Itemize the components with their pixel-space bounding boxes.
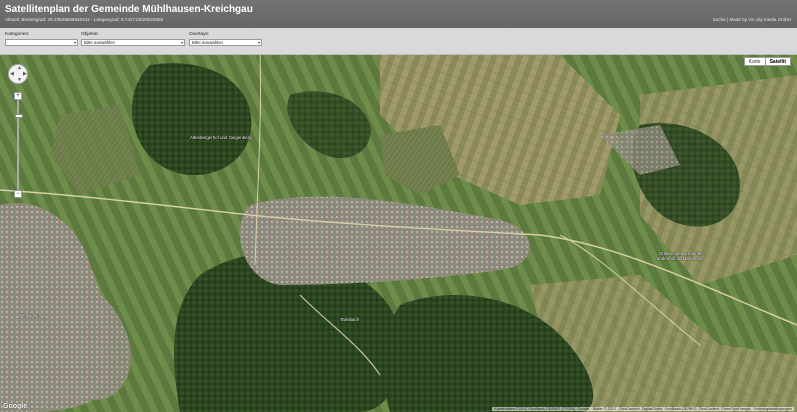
zoom-slider-handle[interactable] [15,114,23,118]
pan-down-icon[interactable]: ▼ [17,78,22,83]
map-type-map-button[interactable]: Karte [743,57,766,66]
map-place-label: Altenbergerhof und Geigenberg [190,135,252,140]
object-filter: Objekte: Bitte auswählen ▾ [81,32,185,46]
satellite-map[interactable]: Altenbergerhof und Geigenberg Tairnbach … [0,55,797,412]
dropdown-arrow-icon: ▾ [257,40,260,45]
zoom-out-button[interactable]: − [14,190,22,198]
filter-bar: Kategorien: ▾ Objekte: Bitte auswählen ▾ … [0,28,797,55]
object-label: Objekte: [81,32,99,37]
overlay-value: Bitte auswählen [192,40,223,45]
object-value: Bitte auswählen [84,40,115,45]
category-select[interactable]: ▾ [5,39,78,46]
zoom-in-button[interactable]: + [14,92,22,100]
pan-up-icon[interactable]: ▲ [17,66,22,71]
pan-right-icon[interactable]: ▶ [23,72,27,77]
header-links: Suche | Made by vm city media GmbH [713,17,791,22]
map-type-switcher: Karte Satellit [743,57,791,66]
dropdown-arrow-icon: ▾ [73,40,76,45]
category-label: Kategorien: [5,32,30,37]
map-place-label: Tairnbach [340,317,360,322]
satellite-imagery [0,55,797,412]
category-filter: Kategorien: ▾ [5,32,78,46]
pan-left-icon[interactable]: ◀ [10,72,14,77]
zoom-slider-track[interactable] [15,100,23,190]
zoom-control: + − [14,92,23,198]
object-select[interactable]: Bitte auswählen ▾ [81,39,185,46]
pan-control[interactable]: ▲ ▼ ◀ ▶ [8,64,28,84]
credit-link[interactable]: Made by vm city media GmbH [729,17,791,22]
overlay-label: Overlays: [189,32,210,37]
map-place-label: Grabenhaeusermühle Sodenhof und Birkenho… [656,251,704,261]
map-copyright: Kartendaten ©2012 GeoBasis-DE/BKG (©2009… [492,407,794,411]
google-logo: Google [3,403,28,410]
map-place-label: Rettigheim [20,313,41,318]
overlay-select[interactable]: Bitte auswählen ▾ [189,39,262,46]
coordinates-readout: Aktuell: Breitengrad: 49.23849586840442 … [5,17,164,22]
app-header: Satellitenplan der Gemeinde Mühlhausen-K… [0,0,797,28]
page-title: Satellitenplan der Gemeinde Mühlhausen-K… [5,4,253,15]
search-link[interactable]: Suche [713,17,726,22]
map-type-satellite-button[interactable]: Satellit [765,57,791,66]
overlay-filter: Overlays: Bitte auswählen ▾ [189,32,262,46]
dropdown-arrow-icon: ▾ [180,40,183,45]
